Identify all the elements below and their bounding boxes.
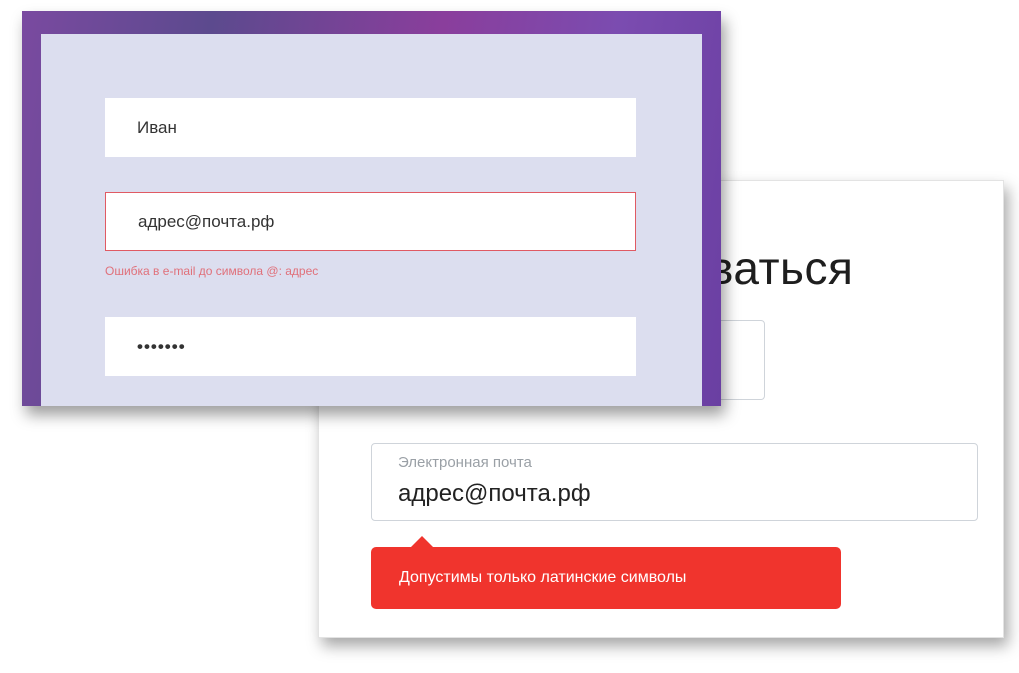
password-masked-value: ••••••• <box>137 336 186 356</box>
first-name-input[interactable]: Иван <box>105 98 636 157</box>
signup-form-card: Иван адрес@почта.рф Ошибка в e-mail до с… <box>22 11 721 406</box>
first-name-value: Иван <box>137 117 177 137</box>
email-error-message: Ошибка в e-mail до символа @: адрес <box>105 264 319 278</box>
email-field[interactable]: Электронная почта адрес@почта.рф <box>371 443 978 521</box>
email-input[interactable]: адрес@почта.рф <box>105 192 636 251</box>
email-input-value: адрес@почта.рф <box>138 211 275 231</box>
registration-heading: ваться <box>709 242 854 294</box>
email-error-tooltip: Допустимы только латинские символы <box>371 536 841 609</box>
signup-form-panel: Иван адрес@почта.рф Ошибка в e-mail до с… <box>41 34 702 406</box>
email-floating-label: Электронная почта <box>398 454 532 471</box>
email-error-tooltip-text: Допустимы только латинские символы <box>399 569 687 586</box>
password-input[interactable]: ••••••• <box>105 317 636 376</box>
email-value: адрес@почта.рф <box>398 480 591 507</box>
